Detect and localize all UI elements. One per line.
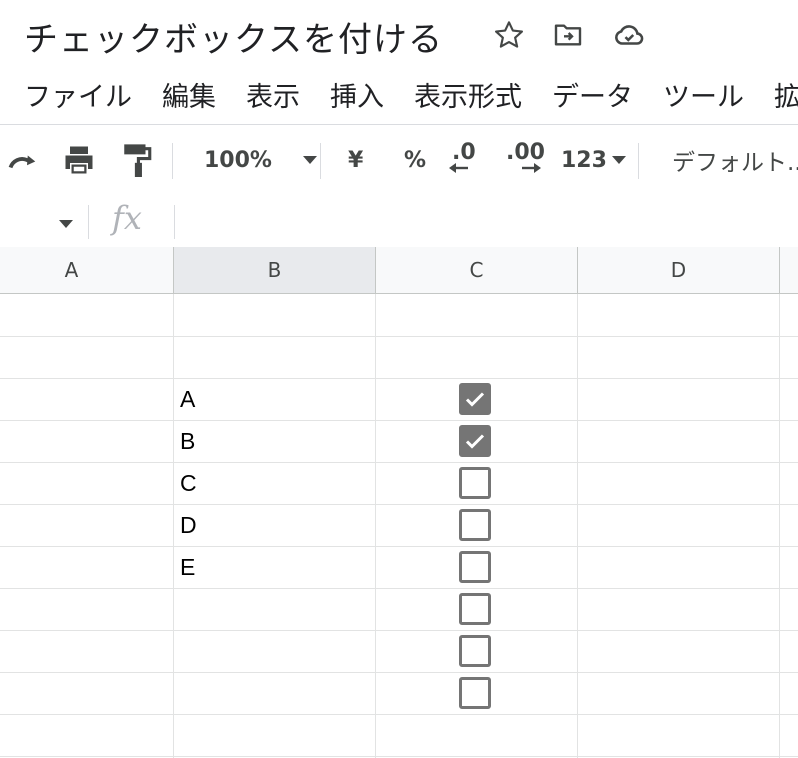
row-divider	[0, 504, 798, 505]
print-icon[interactable]	[60, 141, 98, 179]
column-header-c[interactable]: C	[376, 247, 578, 294]
cell-b-text[interactable]: A	[180, 386, 195, 413]
number-format-select[interactable]: 123	[561, 141, 627, 179]
menu-edit[interactable]: 編集	[162, 75, 216, 114]
checkbox-unchecked[interactable]	[459, 677, 491, 709]
move-to-folder-icon[interactable]	[551, 18, 585, 52]
font-family-select[interactable]: デフォルト...	[672, 141, 798, 179]
chevron-down-icon	[302, 156, 317, 164]
menu-tools[interactable]: ツール	[663, 75, 744, 114]
spreadsheet-grid: A B C D ABCDE	[0, 247, 798, 758]
row-divider	[0, 672, 798, 673]
arrow-left-icon	[449, 163, 468, 173]
cell-b-text[interactable]: D	[180, 512, 197, 539]
star-icon[interactable]	[492, 18, 526, 52]
increase-decimal-button[interactable]: .00	[506, 141, 545, 179]
row-divider	[0, 546, 798, 547]
column-header-e[interactable]	[780, 247, 798, 294]
column-header-b[interactable]: B	[174, 247, 376, 294]
column-header-d[interactable]: D	[578, 247, 780, 294]
currency-format-button[interactable]: ¥	[348, 141, 363, 179]
cell-b-text[interactable]: C	[180, 470, 197, 497]
menu-insert[interactable]: 挿入	[330, 75, 384, 114]
paint-format-icon[interactable]	[120, 141, 154, 179]
checkbox-unchecked[interactable]	[459, 635, 491, 667]
checkbox-unchecked[interactable]	[459, 593, 491, 625]
checkmark-icon	[465, 434, 485, 449]
title-bar: チェックボックスを付ける	[0, 0, 798, 70]
fx-icon: fx	[112, 199, 142, 237]
checkbox-unchecked[interactable]	[459, 509, 491, 541]
checkmark-icon	[465, 392, 485, 407]
menu-bar: ファイル 編集 表示 挿入 表示形式 データ ツール 拡	[0, 72, 798, 116]
toolbar: 100% ¥ % .0 .00 123 デフォルト...	[0, 124, 798, 198]
arrow-right-icon	[522, 163, 541, 173]
chevron-down-icon	[59, 220, 73, 228]
row-divider	[0, 588, 798, 589]
checkbox-checked[interactable]	[459, 425, 491, 457]
row-divider	[0, 462, 798, 463]
zoom-select[interactable]: 100%	[204, 141, 318, 179]
menu-file[interactable]: ファイル	[24, 75, 132, 114]
row-divider	[0, 714, 798, 715]
row-divider	[0, 756, 798, 757]
menu-format[interactable]: 表示形式	[414, 75, 522, 114]
formula-bar: fx	[0, 197, 798, 248]
checkbox-checked[interactable]	[459, 383, 491, 415]
row-divider	[0, 378, 798, 379]
percent-format-button[interactable]: %	[404, 141, 426, 179]
cloud-saved-icon[interactable]	[612, 18, 646, 52]
redo-icon[interactable]	[6, 141, 42, 179]
checkbox-unchecked[interactable]	[459, 551, 491, 583]
cell-b-text[interactable]: E	[180, 554, 195, 581]
chevron-down-icon	[611, 156, 626, 164]
cell-b-text[interactable]: B	[180, 428, 195, 455]
document-title[interactable]: チェックボックスを付ける	[24, 12, 443, 61]
formula-input[interactable]	[182, 205, 782, 239]
zoom-value: 100%	[204, 147, 272, 173]
checkbox-unchecked[interactable]	[459, 467, 491, 499]
row-divider	[0, 630, 798, 631]
row-divider	[0, 420, 798, 421]
column-header-a[interactable]: A	[0, 247, 174, 294]
name-box[interactable]	[0, 197, 86, 247]
menu-view[interactable]: 表示	[246, 75, 300, 114]
row-divider	[0, 336, 798, 337]
decrease-decimal-button[interactable]: .0	[449, 141, 476, 179]
menu-extensions[interactable]: 拡	[774, 75, 798, 114]
menu-data[interactable]: データ	[552, 75, 633, 114]
